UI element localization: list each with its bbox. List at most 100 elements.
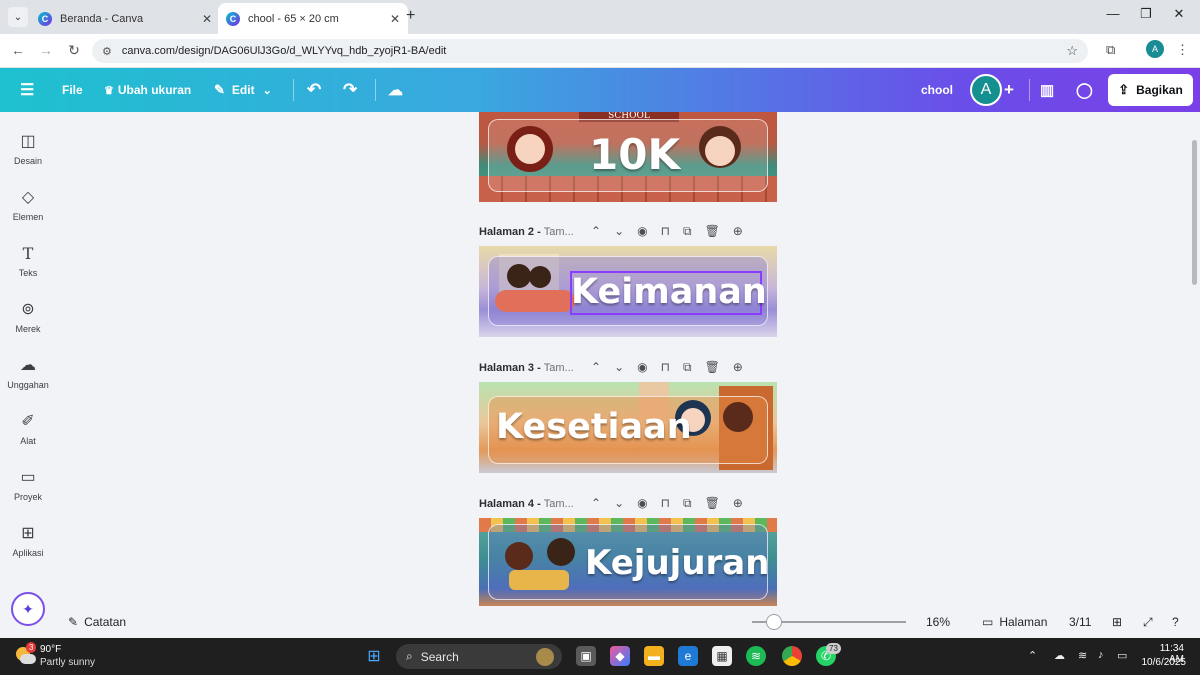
browser-tab-chool[interactable]: C chool - 65 × 20 cm ✕ xyxy=(218,3,408,34)
chevron-up-icon[interactable]: ⌃ xyxy=(591,496,601,511)
minimize-icon[interactable]: — xyxy=(1098,6,1128,21)
notes-button[interactable]: ✎ Catatan xyxy=(68,606,126,638)
tab-close-icon[interactable]: ✕ xyxy=(390,12,400,26)
page-subtitle[interactable]: Tam... xyxy=(544,362,574,374)
chrome-browser-icon[interactable] xyxy=(782,646,802,666)
add-page-icon[interactable]: ⊕ xyxy=(733,360,743,375)
page-title[interactable]: Halaman 3 - xyxy=(479,362,541,374)
redo-icon[interactable]: ↷ xyxy=(343,68,357,112)
duplicate-icon[interactable]: ⧉ xyxy=(683,496,692,511)
chevron-down-icon[interactable]: ⌄ xyxy=(614,496,624,511)
restore-icon[interactable]: ❐ xyxy=(1131,6,1161,22)
lock-icon[interactable]: ⊓ xyxy=(661,360,670,375)
fullscreen-icon[interactable]: ⤢ xyxy=(1143,606,1153,638)
undo-icon[interactable]: ↶ xyxy=(307,68,321,112)
grid-view-icon[interactable]: ⊞ xyxy=(1112,606,1122,638)
hide-eye-icon[interactable]: ◉ xyxy=(637,224,647,239)
browser-menu-icon[interactable]: ⋮ xyxy=(1176,42,1189,58)
zoom-percentage[interactable]: 16% xyxy=(926,606,950,638)
help-icon[interactable]: ? xyxy=(1172,606,1179,638)
page-subtitle[interactable]: Tam... xyxy=(544,226,574,238)
windows-start-icon[interactable]: ⊞ xyxy=(364,646,384,666)
chevron-up-icon[interactable]: ⌃ xyxy=(591,360,601,375)
page-title[interactable]: Halaman 2 - xyxy=(479,226,541,238)
trash-icon[interactable]: 🗑 xyxy=(705,496,720,511)
zoom-slider-handle[interactable] xyxy=(766,614,782,630)
extensions-puzzle-icon[interactable]: ⧉ xyxy=(1106,42,1115,58)
page-1-thumbnail[interactable]: SCHOOL 10K xyxy=(479,112,777,202)
user-avatar[interactable]: A xyxy=(970,74,1002,106)
url-field[interactable]: ⚙ canva.com/design/DAG06UlJ3Go/d_WLYYvq_… xyxy=(92,39,1088,63)
trash-icon[interactable]: 🗑 xyxy=(705,224,720,239)
browser-tab-beranda[interactable]: C Beranda - Canva ✕ xyxy=(30,3,220,34)
browser-profile-avatar[interactable]: A xyxy=(1146,40,1164,58)
chevron-up-icon[interactable]: ⌃ xyxy=(591,224,601,239)
chevron-down-icon[interactable]: ⌄ xyxy=(614,360,624,375)
sidebar-item-proyek[interactable]: ▭ Proyek xyxy=(0,468,56,502)
design-title[interactable]: chool xyxy=(921,68,953,112)
back-arrow-icon[interactable]: ← xyxy=(8,42,28,58)
new-tab-plus-icon[interactable]: + xyxy=(406,7,415,25)
pages-view-button[interactable]: ▭ Halaman xyxy=(982,606,1047,638)
share-button[interactable]: ⇪ Bagikan xyxy=(1108,74,1193,106)
copilot-icon[interactable]: ◆ xyxy=(610,646,630,666)
page-title[interactable]: Halaman 4 - xyxy=(479,498,541,510)
duplicate-icon[interactable]: ⧉ xyxy=(683,224,692,239)
page-1-title-text[interactable]: 10K xyxy=(589,130,680,180)
reload-icon[interactable]: ↻ xyxy=(64,42,84,59)
add-collaborator-plus-icon[interactable]: + xyxy=(1004,68,1014,112)
window-close-icon[interactable]: ✕ xyxy=(1164,6,1194,22)
add-page-icon[interactable]: ⊕ xyxy=(733,496,743,511)
duplicate-icon[interactable]: ⧉ xyxy=(683,360,692,375)
magic-sparkle-button[interactable]: ✦ xyxy=(11,592,45,626)
bookmark-star-icon[interactable]: ☆ xyxy=(1066,43,1078,59)
sidebar-item-alat[interactable]: ✐ Alat xyxy=(0,412,56,446)
edit-mode-button[interactable]: ✎ Edit ⌄ xyxy=(214,68,272,112)
task-view-icon[interactable]: ▣ xyxy=(576,646,596,666)
microsoft-store-icon[interactable]: ▦ xyxy=(712,646,732,666)
sidebar-item-merek[interactable]: ⊚ Merek xyxy=(0,300,56,334)
sidebar-item-unggahan[interactable]: ☁ Unggahan xyxy=(0,356,56,390)
hide-eye-icon[interactable]: ◉ xyxy=(637,496,647,511)
file-explorer-icon[interactable]: ▬ xyxy=(644,646,664,666)
battery-icon[interactable]: ▭ xyxy=(1117,649,1127,662)
sidebar-item-desain[interactable]: ◫ Desain xyxy=(0,132,56,166)
forward-arrow-icon[interactable]: → xyxy=(36,42,56,58)
page-2-thumbnail[interactable]: Keimanan xyxy=(479,246,777,337)
sidebar-item-aplikasi[interactable]: ⊞ Aplikasi xyxy=(0,524,56,558)
page-4-title-text[interactable]: Kejujuran xyxy=(585,540,769,586)
sidebar-item-elemen[interactable]: ◇ Elemen xyxy=(0,188,56,222)
insights-chart-icon[interactable]: ▥ xyxy=(1040,68,1054,112)
tab-list-chevron-icon[interactable]: ⌄ xyxy=(8,7,28,27)
spotify-icon[interactable]: ≋ xyxy=(746,646,766,666)
weather-temperature[interactable]: 90°F xyxy=(40,644,61,655)
page-3-thumbnail[interactable]: Kesetiaan xyxy=(479,382,777,473)
network-off-icon[interactable]: ☁ xyxy=(1054,649,1065,662)
lock-icon[interactable]: ⊓ xyxy=(661,224,670,239)
page-3-title-text[interactable]: Kesetiaan xyxy=(496,403,692,451)
resize-button[interactable]: ♛ Ubah ukuran xyxy=(104,68,191,112)
site-info-icon[interactable]: ⚙ xyxy=(102,45,112,58)
edge-browser-icon[interactable]: e xyxy=(678,646,698,666)
cloud-saved-icon[interactable]: ☁ xyxy=(388,68,403,112)
hide-eye-icon[interactable]: ◉ xyxy=(637,360,647,375)
chevron-down-icon[interactable]: ⌄ xyxy=(614,224,624,239)
weather-description[interactable]: Partly sunny xyxy=(40,657,95,668)
page-subtitle[interactable]: Tam... xyxy=(544,498,574,510)
clock-date[interactable]: 10/6/2025 xyxy=(1140,657,1187,668)
tray-chevron-up-icon[interactable]: ⌃ xyxy=(1028,649,1037,662)
add-page-icon[interactable]: ⊕ xyxy=(733,224,743,239)
hamburger-menu-icon[interactable]: ☰ xyxy=(20,68,34,112)
file-menu-button[interactable]: File xyxy=(62,68,83,112)
lock-icon[interactable]: ⊓ xyxy=(661,496,670,511)
wifi-icon[interactable]: ≋ xyxy=(1078,649,1087,662)
tab-close-icon[interactable]: ✕ xyxy=(202,12,212,26)
comment-icon[interactable]: ◯ xyxy=(1076,68,1093,112)
trash-icon[interactable]: 🗑 xyxy=(705,360,720,375)
taskbar-search-box[interactable]: ⌕ Search xyxy=(396,644,562,669)
volume-icon[interactable]: ♪ xyxy=(1098,649,1104,661)
page-4-thumbnail[interactable]: Kejujuran xyxy=(479,518,777,606)
sidebar-item-teks[interactable]: T Teks xyxy=(0,244,56,278)
vertical-scrollbar[interactable] xyxy=(1192,140,1197,285)
page-2-title-text[interactable]: Keimanan xyxy=(571,268,767,316)
